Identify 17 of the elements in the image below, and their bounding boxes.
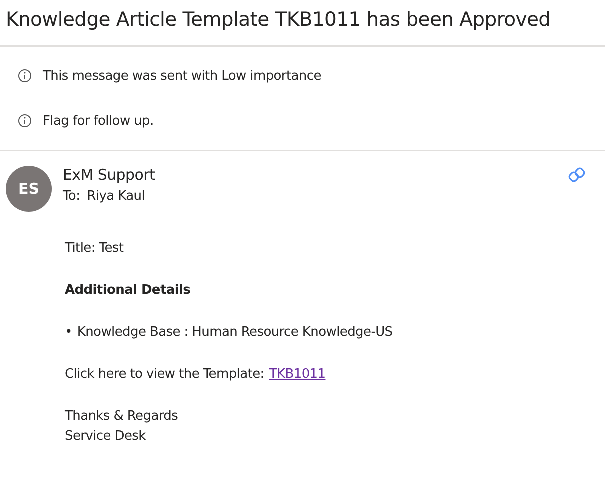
notice-text: This message was sent with Low importance — [43, 68, 322, 84]
notice-text: Flag for follow up. — [43, 114, 154, 128]
signature-line: Thanks & Regards — [65, 408, 180, 426]
info-icon — [18, 69, 32, 83]
signature-line: Service Desk — [65, 428, 147, 446]
sender-name: ExM Support — [63, 166, 156, 184]
section-heading: Additional Details — [65, 282, 192, 300]
bullet-text: Knowledge Base : Human Resource Knowledge-US — [77, 324, 393, 342]
to-label: To: — [63, 189, 80, 204]
body-text: Click here to view the Template: — [65, 366, 264, 384]
sender-avatar: ES — [6, 166, 52, 212]
recipient-name: Riya Kaul — [87, 189, 146, 204]
email-subject: Knowledge Article Template TKB1011 has been Approved — [0, 0, 605, 47]
bullet-icon: • — [65, 323, 72, 343]
body-text: Title: Test — [65, 240, 125, 258]
template-link[interactable]: TKB1011 — [269, 365, 326, 385]
info-icon — [18, 114, 32, 128]
